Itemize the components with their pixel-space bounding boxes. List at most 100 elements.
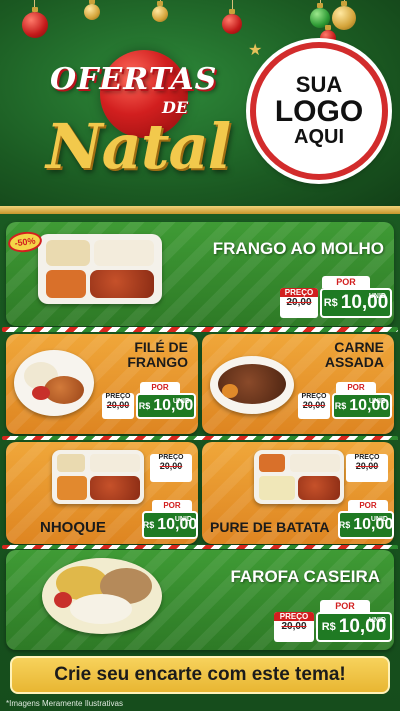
food-tray-image — [38, 234, 162, 304]
food-plate-image — [14, 350, 94, 416]
food-plate-image — [210, 356, 294, 414]
currency: R$ — [334, 401, 347, 411]
old-price-box: PREÇO 20,00 — [150, 454, 192, 482]
currency: R$ — [323, 297, 338, 309]
price-tag: POR R$ 10,00 UNID — [142, 500, 198, 540]
preco-label: PREÇO — [158, 454, 184, 461]
item-name: NHOQUE — [40, 519, 106, 536]
logo-text-line3: AQUI — [294, 126, 344, 149]
title-natal: Natal — [46, 110, 231, 183]
rice-image — [90, 454, 140, 472]
offer-card-file-de-frango[interactable]: FILÉ DE FRANGO POR PREÇO 20,00 R$ 10,00 … — [6, 334, 198, 434]
logo-placeholder: SUA LOGO AQUI — [250, 42, 388, 180]
carrot-image — [259, 454, 285, 472]
unit-label: UNID — [172, 398, 190, 405]
rice-image — [46, 240, 90, 266]
price-tag: POR PREÇO 20,00 R$ 10,00 UNID — [298, 382, 392, 426]
offer-card-nhoque[interactable]: PREÇO 20,00 NHOQUE POR R$ 10,00 UNID — [6, 442, 198, 544]
unit-label: UNID — [368, 293, 386, 300]
por-label: POR — [322, 276, 370, 288]
old-price-tag: PREÇO 20,00 — [340, 452, 392, 492]
old-price-tag: PREÇO 20,00 — [144, 452, 196, 492]
candy-stripe-divider — [2, 545, 398, 549]
food-tray-image — [52, 450, 144, 504]
item-name: CARNE ASSADA — [324, 339, 384, 371]
item-name: FRANGO AO MOLHO — [212, 239, 384, 258]
unit-label: UNID — [368, 398, 386, 405]
old-price-box: PREÇO 20,00 — [102, 393, 134, 419]
old-price: 20,00 — [281, 621, 307, 632]
item-name: PURE DE BATATA — [210, 519, 330, 535]
red-ornament-icon — [222, 9, 242, 34]
item-name: FILÉ DE FRANGO — [127, 339, 188, 371]
rice-image — [94, 240, 154, 266]
header-banner: ★ OFERTAS DE Natal SUA LOGO AQUI — [0, 0, 400, 212]
potato-image — [222, 384, 238, 398]
candy-stripe-divider — [2, 327, 398, 332]
gnocchi-sauce-image — [90, 476, 140, 500]
title-logo: OFERTAS DE Natal — [40, 40, 240, 183]
por-label: POR — [140, 382, 180, 393]
currency: R$ — [142, 520, 155, 530]
new-price-box: R$ 10,00 UNID — [316, 612, 392, 642]
logo-text-line1: SUA — [295, 72, 343, 98]
cta-banner[interactable]: Crie seu encarte com este tema! — [10, 656, 390, 694]
old-price-box: PREÇO 20,00 — [274, 612, 314, 642]
carrot-image — [57, 476, 87, 500]
old-price: 20,00 — [286, 297, 312, 308]
old-price-box: PREÇO 20,00 — [280, 288, 318, 318]
gold-ornament-icon — [84, 0, 100, 20]
new-price-box: R$ 10,00 UNID — [332, 393, 392, 419]
old-price: 20,00 — [159, 461, 183, 471]
currency: R$ — [338, 520, 351, 530]
unit-label: UNID — [174, 516, 192, 523]
flyer-page: ★ OFERTAS DE Natal SUA LOGO AQUI FRANGO … — [0, 0, 400, 711]
disclaimer-text: *Imagens Meramente Ilustrativas — [6, 699, 123, 708]
item-name-line1: CARNE — [334, 339, 384, 355]
rice-image — [70, 594, 132, 624]
preco-label: PREÇO — [280, 288, 318, 297]
offer-card-pure-de-batata[interactable]: PREÇO 20,00 PURE DE BATATA POR R$ 10,00 … — [202, 442, 394, 544]
offer-card-carne-assada[interactable]: CARNE ASSADA POR PREÇO 20,00 R$ 10,00 UN… — [202, 334, 394, 434]
food-bowl-image — [42, 558, 162, 634]
candy-stripe-divider — [2, 436, 398, 440]
old-price: 20,00 — [106, 400, 130, 410]
title-ofertas: OFERTAS — [50, 62, 218, 97]
tomato-image — [32, 386, 50, 400]
food-tray-image — [254, 450, 344, 504]
gold-ornament-icon — [332, 1, 356, 30]
preco-label: PREÇO — [274, 612, 314, 621]
meat-image — [298, 476, 340, 500]
side-image — [57, 454, 85, 472]
price-tag: POR PREÇO 20,00 R$ 10,00 UNID — [280, 276, 392, 320]
por-label: POR — [320, 600, 370, 612]
por-label: POR — [348, 500, 388, 511]
preco-label: PREÇO — [354, 454, 380, 461]
preco-label: PREÇO — [301, 393, 327, 400]
por-label: POR — [152, 500, 192, 511]
new-price-box: R$ 10,00 UNID — [142, 511, 198, 539]
unit-label: UNID — [370, 516, 388, 523]
por-label: POR — [336, 382, 376, 393]
gold-ornament-icon — [152, 1, 168, 22]
price-tag: POR PREÇO 20,00 R$ 10,00 UNID — [274, 600, 392, 644]
new-price-box: R$ 10,00 UNID — [320, 288, 392, 318]
new-price-box: R$ 10,00 UNID — [338, 511, 394, 539]
item-name-line2: ASSADA — [324, 354, 384, 371]
offer-card-farofa-caseira[interactable]: FAROFA CASEIRA POR PREÇO 20,00 R$ 10,00 … — [6, 550, 394, 650]
rice-image — [290, 454, 340, 472]
red-ornament-icon — [22, 7, 48, 38]
mashed-potato-image — [259, 476, 295, 500]
price-tag: POR R$ 10,00 UNID — [338, 500, 394, 540]
carrot-image — [46, 270, 86, 298]
currency: R$ — [138, 401, 151, 411]
unit-label: UNID — [368, 617, 386, 624]
offer-card-frango-ao-molho[interactable]: FRANGO AO MOLHO POR PREÇO 20,00 R$ 10,00… — [6, 222, 394, 326]
item-name-line2: FRANGO — [127, 354, 188, 371]
old-price-box: PREÇO 20,00 — [346, 454, 388, 482]
logo-text-line2: LOGO — [274, 94, 364, 128]
chicken-sauce-image — [90, 270, 154, 298]
price-tag: POR PREÇO 20,00 R$ 10,00 UNID — [102, 382, 196, 426]
star-icon: ★ — [248, 42, 263, 59]
old-price: 20,00 — [302, 400, 326, 410]
